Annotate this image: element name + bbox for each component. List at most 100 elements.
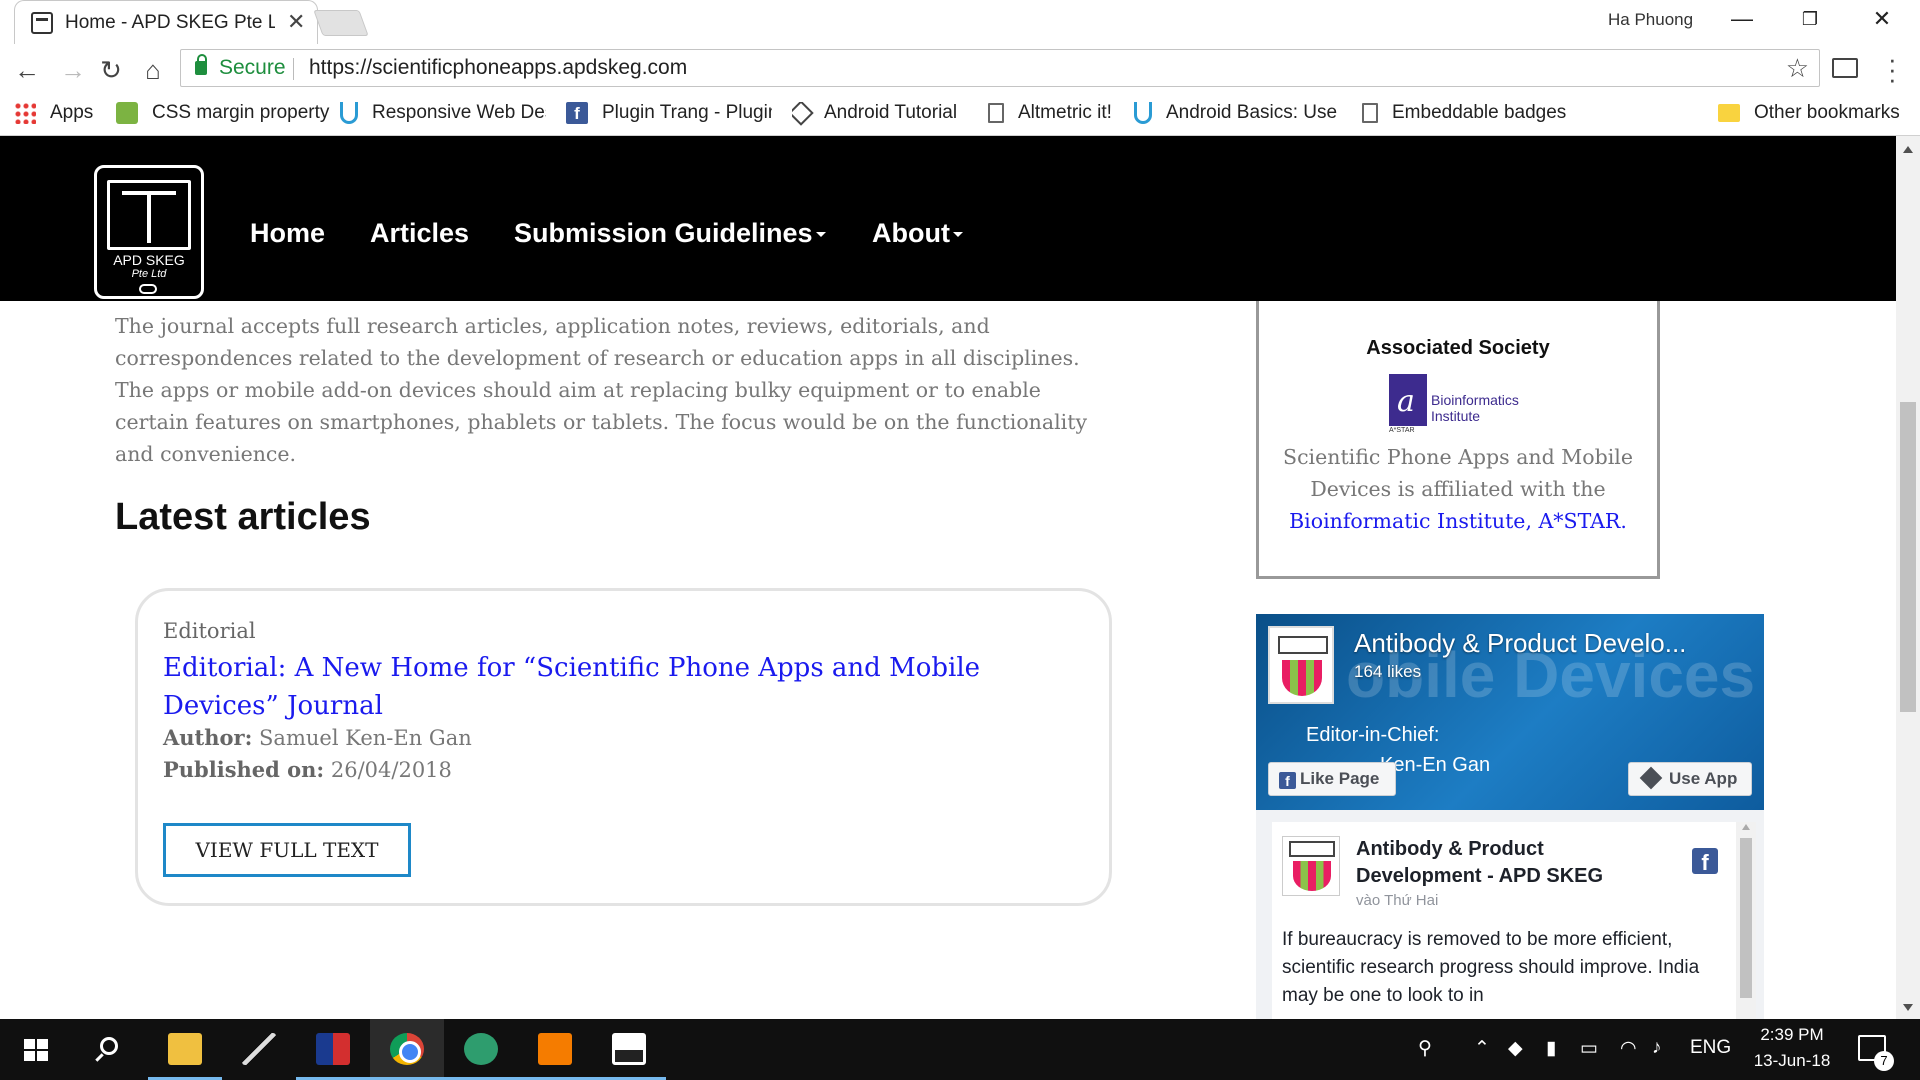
taskbar-media-player[interactable] (518, 1019, 592, 1080)
search-button[interactable] (74, 1019, 148, 1080)
omnibox-divider (293, 58, 294, 80)
minimize-button[interactable]: — (1722, 6, 1762, 36)
facebook-icon: f (566, 102, 588, 124)
clock-time[interactable]: 2:39 PM (1752, 1025, 1832, 1045)
scrollbar-thumb[interactable] (1740, 838, 1752, 998)
bookmark-responsive-web[interactable]: Responsive Web Des (340, 102, 546, 128)
nav-about[interactable]: About (872, 218, 963, 249)
post-text: If bureaucracy is removed to be more eff… (1282, 929, 1700, 1006)
facebook-icon: f (1279, 772, 1296, 789)
chrome-icon (390, 1033, 424, 1065)
tray-expand-icon[interactable]: ⌃ (1474, 1037, 1490, 1060)
astar-logo-subtext: A*STAR (1389, 427, 1415, 434)
back-arrow-icon[interactable]: ← (10, 53, 44, 87)
bookmark-apps[interactable]: Apps (14, 102, 104, 128)
page-scrollbar[interactable] (1896, 136, 1920, 1019)
author-label: Author: (163, 725, 253, 750)
apps-grid-icon (14, 102, 36, 124)
bookmark-star-icon[interactable]: ☆ (1786, 53, 1809, 84)
taskbar-language-app[interactable] (296, 1019, 370, 1080)
new-tab-button[interactable] (313, 10, 369, 36)
scroll-up-arrow-icon[interactable] (1903, 146, 1913, 153)
bookmark-other[interactable]: Other bookmarks (1718, 102, 1914, 128)
wifi-icon[interactable]: ◠ (1620, 1037, 1637, 1060)
bioinformatics-institute-logo[interactable]: A*STAR BioinformaticsInstitute (1389, 374, 1529, 436)
logo-text: APD SKEG (113, 252, 185, 268)
flags-icon (316, 1033, 350, 1065)
bookmark-android-tutorial[interactable]: Android Tutorial (792, 102, 972, 128)
pen-tray-icon[interactable]: ▮ (1546, 1037, 1556, 1060)
page-scrollbar-thumb[interactable] (1900, 402, 1916, 712)
home-icon[interactable]: ⌂ (136, 53, 170, 87)
browser-tab-active[interactable]: Home - APD SKEG Pte Ltd ✕ (14, 0, 318, 44)
input-language[interactable]: ENG (1690, 1037, 1731, 1059)
author-name: Samuel Ken-En Gan (259, 726, 472, 750)
post-timestamp[interactable]: vào Thứ Hai (1356, 892, 1438, 909)
windows-taskbar: ⚲ ⌃ ◆ ▮ ▭ ◠ ♪ ENG 2:39 PM 13-Jun-18 7 (0, 1019, 1920, 1080)
scroll-down-arrow-icon[interactable] (1903, 1004, 1913, 1011)
notification-count-badge: 7 (1874, 1051, 1894, 1071)
journal-intro: The journal accepts full research articl… (115, 314, 1088, 466)
facebook-cover[interactable]: obile Devices Editor-in-Chief: Ken-En Ga… (1256, 614, 1764, 810)
window-close-button[interactable]: ✕ (1862, 6, 1902, 36)
start-button[interactable] (0, 1019, 74, 1080)
article-author: Author: Samuel Ken-En Gan (163, 725, 472, 750)
bookmark-embeddable-badges[interactable]: Embeddable badges (1362, 102, 1566, 128)
address-bar[interactable]: Secure https://scientificphoneapps.apdsk… (180, 49, 1820, 87)
facebook-page-widget: obile Devices Editor-in-Chief: Ken-En Ga… (1256, 614, 1764, 1019)
windows-logo-icon (24, 1039, 48, 1061)
logo-subtext: Pte Ltd (131, 268, 167, 280)
tab-title: Home - APD SKEG Pte Ltd (65, 12, 275, 33)
nav-submission-guidelines[interactable]: Submission Guidelines (514, 218, 826, 249)
reload-icon[interactable]: ↻ (94, 53, 128, 87)
society-title: Associated Society (1366, 337, 1550, 359)
profile-name[interactable]: Ha Phuong (1608, 10, 1693, 30)
taskbar-photos[interactable] (592, 1019, 666, 1080)
facebook-page-name[interactable]: Antibody & Product Develo... (1354, 628, 1686, 659)
pen-icon (242, 1033, 276, 1065)
taskbar-atom[interactable] (444, 1019, 518, 1080)
clock-date[interactable]: 13-Jun-18 (1752, 1051, 1832, 1071)
cast-icon[interactable] (1832, 58, 1858, 78)
scroll-up-arrow-icon[interactable] (1742, 824, 1750, 830)
tab-close-icon[interactable]: ✕ (287, 9, 305, 35)
media-player-icon (538, 1033, 572, 1065)
restore-button[interactable]: ❐ (1790, 9, 1830, 39)
facebook-icon[interactable]: f (1692, 848, 1718, 875)
taskbar-pen-app[interactable] (222, 1019, 296, 1080)
nav-home[interactable]: Home (250, 218, 325, 249)
battery-icon[interactable]: ▭ (1580, 1037, 1598, 1060)
use-app-button[interactable]: Use App (1628, 762, 1752, 796)
like-page-button[interactable]: f Like Page (1268, 762, 1396, 796)
volume-icon[interactable]: ♪ (1652, 1037, 1662, 1059)
caret-down-icon (952, 232, 963, 238)
taskbar-chrome[interactable] (370, 1019, 444, 1080)
bookmark-android-basics[interactable]: Android Basics: User (1134, 102, 1338, 128)
people-icon[interactable]: ⚲ (1418, 1037, 1432, 1060)
facebook-widget-scrollbar[interactable] (1736, 822, 1756, 1019)
article-title-link[interactable]: Editorial: A New Home for “Scientific Ph… (163, 649, 1063, 725)
bookmark-altmetric[interactable]: Altmetric it! (988, 102, 1120, 128)
atom-icon (464, 1033, 498, 1065)
bookmark-css-margin[interactable]: CSS margin property (116, 102, 330, 128)
nav-articles[interactable]: Articles (370, 218, 469, 249)
nav-submission-label: Submission Guidelines (514, 218, 813, 248)
post-page-name[interactable]: Antibody & Product Development - APD SKE… (1356, 836, 1656, 890)
forward-arrow-icon[interactable]: → (56, 53, 90, 87)
facebook-page-avatar[interactable] (1268, 626, 1334, 704)
view-full-text-button[interactable]: VIEW FULL TEXT (163, 823, 411, 877)
logo-mark-icon (107, 180, 191, 250)
page-icon (1362, 103, 1378, 123)
bii-logo-line2: Institute (1431, 408, 1481, 424)
logo-phone-button-icon (139, 284, 157, 294)
dropbox-icon[interactable]: ◆ (1508, 1037, 1523, 1060)
bioinformatic-institute-link[interactable]: Bioinformatic Institute, A*STAR. (1289, 509, 1627, 533)
caret-down-icon (815, 232, 826, 238)
bookmark-plugin-trang[interactable]: f Plugin Trang - Plugin (566, 102, 772, 128)
url-text[interactable]: https://scientificphoneapps.apdskeg.com (309, 56, 687, 80)
browser-menu-icon[interactable]: · · · (1888, 46, 1897, 92)
bookmarks-bar: Apps CSS margin property Responsive Web … (0, 94, 1920, 136)
post-avatar[interactable] (1282, 836, 1340, 896)
taskbar-file-explorer[interactable] (148, 1019, 222, 1080)
apd-skeg-logo[interactable]: APD SKEG Pte Ltd (94, 165, 204, 299)
